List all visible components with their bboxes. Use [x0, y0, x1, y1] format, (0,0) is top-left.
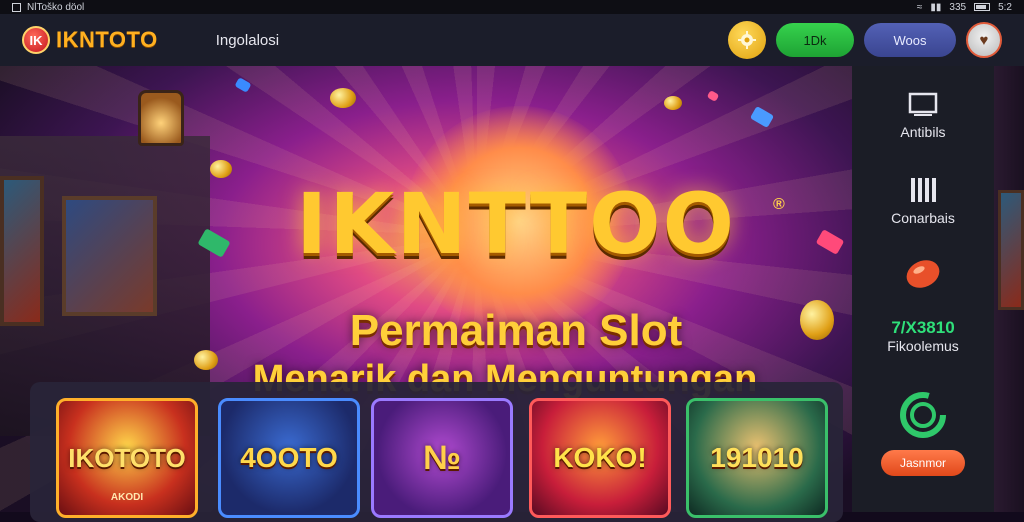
- monitor-icon: [852, 92, 994, 118]
- game-card[interactable]: 4OOTO: [218, 398, 360, 518]
- stat-number: 7/X3810: [891, 318, 955, 337]
- logo-badge: IK: [22, 26, 50, 54]
- coin-icon: [664, 96, 682, 110]
- game-card[interactable]: №: [371, 398, 513, 518]
- status-time: 5:2: [998, 1, 1012, 13]
- status-bar: NlToško döol ≈ ▮▮ 335 5:2: [0, 0, 1024, 14]
- sidebar-refresh[interactable]: [852, 388, 994, 447]
- sidebar-item-1[interactable]: Antibils: [852, 92, 994, 142]
- hero-title: IKNTTOO: [296, 175, 736, 273]
- login-button[interactable]: 1Dk: [776, 23, 854, 57]
- coin-icon: [210, 160, 232, 178]
- gear-icon: [738, 31, 756, 49]
- hero-subtitle-line1: Permaiman Slot: [349, 306, 683, 355]
- nav-link[interactable]: Ingolalosi: [216, 32, 279, 49]
- refresh-icon: [900, 392, 946, 438]
- logo[interactable]: IK IKNTOTO: [22, 26, 158, 54]
- sidebar-item-label: Conarbais: [891, 210, 955, 226]
- game-card[interactable]: IKOTOTO AKODI: [56, 398, 198, 518]
- sidebar-button-wrap: Jasnmor: [852, 450, 994, 476]
- status-text: NlToško döol: [27, 1, 85, 13]
- game-card[interactable]: 191010: [686, 398, 828, 518]
- arcade-screen-right: [998, 190, 1024, 310]
- game-title: 191010: [710, 442, 804, 473]
- grid-icon: [12, 2, 21, 12]
- game-title: IKOTOTO: [68, 442, 186, 473]
- game-card[interactable]: KOKO!: [529, 398, 671, 518]
- lamp-icon: [138, 90, 184, 146]
- avatar[interactable]: ♥: [966, 22, 1002, 58]
- top-navigation: IK IKNTOTO Ingolalosi 1Dk Woos ♥: [0, 14, 1024, 66]
- signal-icon: ▮▮: [930, 1, 942, 13]
- coin-icon: [330, 88, 356, 108]
- stat-label: Fikoolemus: [887, 338, 959, 354]
- right-sidebar: Antibils Conarbais 7/X3810 Fikoolemus Ja…: [852, 66, 994, 512]
- settings-button[interactable]: [728, 21, 766, 59]
- game-title: KOKO!: [553, 442, 647, 473]
- arcade-screen-edge: [0, 176, 44, 326]
- game-title: 4OOTO: [240, 442, 338, 473]
- game-subtitle: AKODI: [110, 492, 144, 503]
- sidebar-stat: 7/X3810 Fikoolemus: [852, 318, 994, 354]
- wifi-icon: ≈: [916, 1, 923, 13]
- sidebar-item-2[interactable]: Conarbais: [852, 176, 994, 228]
- ruby-icon: [906, 260, 940, 288]
- game-title: №: [423, 438, 461, 477]
- register-button[interactable]: Woos: [864, 23, 956, 57]
- sidebar-item-label: Antibils: [900, 124, 946, 140]
- arcade-screen: [62, 196, 157, 316]
- sidebar-gem: [852, 256, 994, 297]
- bars-icon: [852, 176, 994, 204]
- coin-icon: [800, 300, 834, 340]
- status-number: 335: [949, 1, 967, 13]
- battery-icon: [974, 3, 991, 11]
- registered-mark: ®: [773, 196, 785, 213]
- sidebar-action-button[interactable]: Jasnmor: [881, 450, 965, 476]
- logo-text: IKNTOTO: [56, 27, 158, 52]
